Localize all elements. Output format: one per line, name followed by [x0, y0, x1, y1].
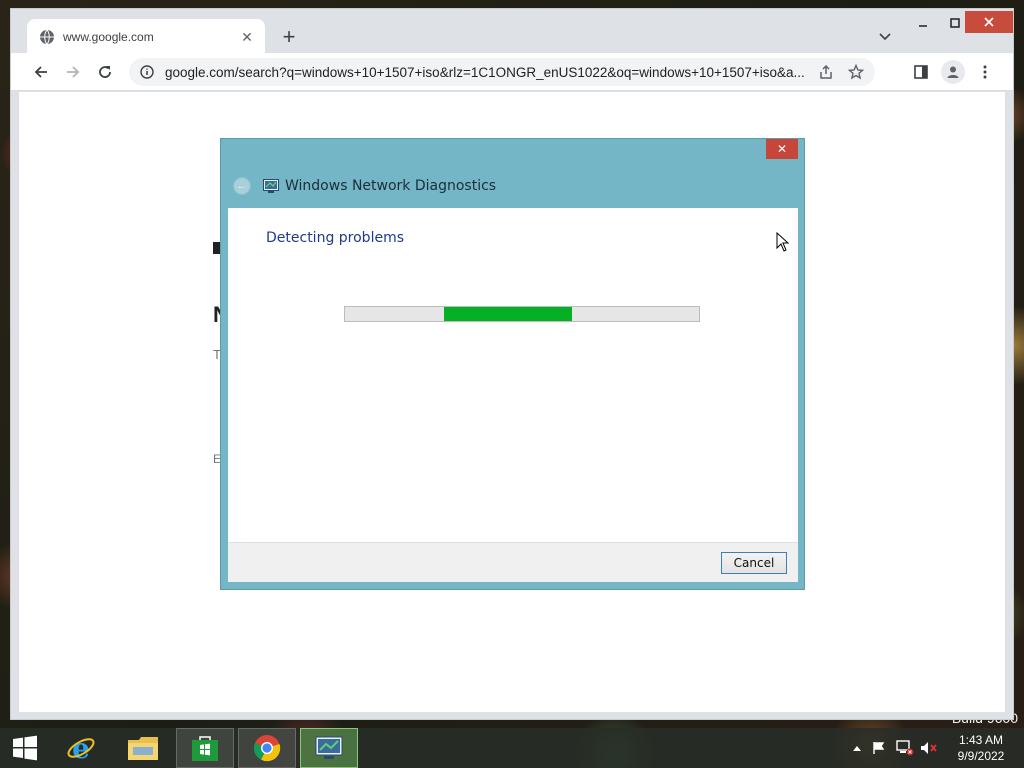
folder-icon [128, 737, 158, 760]
dialog-footer: Cancel [228, 542, 798, 582]
dialog-header: ← Windows Network Diagnostics [233, 177, 496, 195]
dialog-title: Windows Network Diagnostics [285, 178, 497, 194]
minimize-icon [919, 25, 927, 27]
windows-logo-icon [13, 735, 37, 761]
browser-toolbar: google.com/search?q=windows+10+1507+iso&… [11, 53, 1013, 91]
network-diagnostics-icon [263, 179, 279, 193]
side-panel-button[interactable] [909, 60, 933, 84]
minimize-button[interactable] [907, 9, 939, 37]
back-button[interactable] [29, 60, 53, 84]
volume-muted-icon[interactable] [920, 728, 940, 768]
taskbar-file-explorer[interactable] [114, 728, 172, 768]
address-bar[interactable]: google.com/search?q=windows+10+1507+iso&… [129, 58, 875, 86]
close-icon[interactable]: ✕ [239, 29, 255, 45]
browser-tab[interactable]: www.google.com ✕ [27, 19, 265, 55]
taskbar-network-diagnostics[interactable] [300, 728, 358, 768]
store-icon [192, 736, 218, 761]
profile-button[interactable] [941, 60, 965, 84]
menu-button[interactable] [973, 60, 997, 84]
taskbar: e 1:43 AM 9/9/2022 [0, 728, 1024, 768]
status-heading: Detecting problems [266, 230, 405, 246]
profile-avatar-icon [947, 66, 959, 78]
tab-search-button[interactable] [875, 27, 895, 47]
forward-button[interactable] [61, 60, 85, 84]
network-status-icon[interactable] [896, 728, 916, 768]
taskbar-store[interactable] [176, 728, 234, 768]
kebab-menu-icon [983, 65, 987, 79]
forward-arrow-icon [67, 66, 80, 78]
tab-strip: www.google.com ✕ + [11, 9, 1013, 55]
taskbar-internet-explorer[interactable]: e [52, 728, 110, 768]
maximize-icon [950, 18, 960, 28]
mouse-cursor-icon [776, 232, 790, 252]
reload-button[interactable] [93, 60, 117, 84]
dialog-content: Detecting problems [228, 208, 798, 542]
reload-icon [99, 66, 111, 78]
url-text: google.com/search?q=windows+10+1507+iso&… [165, 64, 805, 80]
start-button[interactable] [0, 728, 50, 768]
action-center-flag-icon[interactable] [872, 728, 890, 768]
chrome-icon [253, 735, 281, 762]
svg-text:e: e [72, 733, 90, 763]
info-icon[interactable] [139, 64, 155, 80]
close-icon [984, 17, 994, 27]
bookmark-star-icon[interactable] [845, 61, 867, 83]
network-diagnostics-icon [315, 736, 343, 759]
globe-icon [40, 29, 54, 45]
internet-explorer-icon: e [67, 733, 95, 763]
tab-title: www.google.com [63, 30, 154, 44]
window-close-button[interactable] [965, 11, 1013, 33]
chevron-down-icon [879, 33, 891, 41]
progress-bar-fill [444, 307, 572, 321]
taskbar-clock[interactable]: 1:43 AM 9/9/2022 [948, 732, 1014, 764]
back-arrow-icon[interactable]: ← [233, 177, 251, 195]
progress-bar [344, 306, 700, 322]
side-panel-icon [914, 65, 928, 79]
show-hidden-icons-button[interactable] [852, 728, 864, 768]
chevron-up-icon [853, 746, 861, 751]
taskbar-chrome[interactable] [238, 728, 296, 768]
clock-time: 1:43 AM [958, 733, 1004, 747]
clock-date: 9/9/2022 [957, 749, 1005, 763]
back-arrow-icon [34, 66, 47, 78]
dialog-close-button[interactable]: ✕ [766, 139, 798, 159]
new-tab-button[interactable]: + [277, 25, 301, 49]
cancel-button[interactable]: Cancel [721, 552, 787, 574]
network-diagnostics-dialog: ✕ ← Windows Network Diagnostics Detectin… [220, 138, 805, 590]
share-icon[interactable] [815, 61, 837, 83]
